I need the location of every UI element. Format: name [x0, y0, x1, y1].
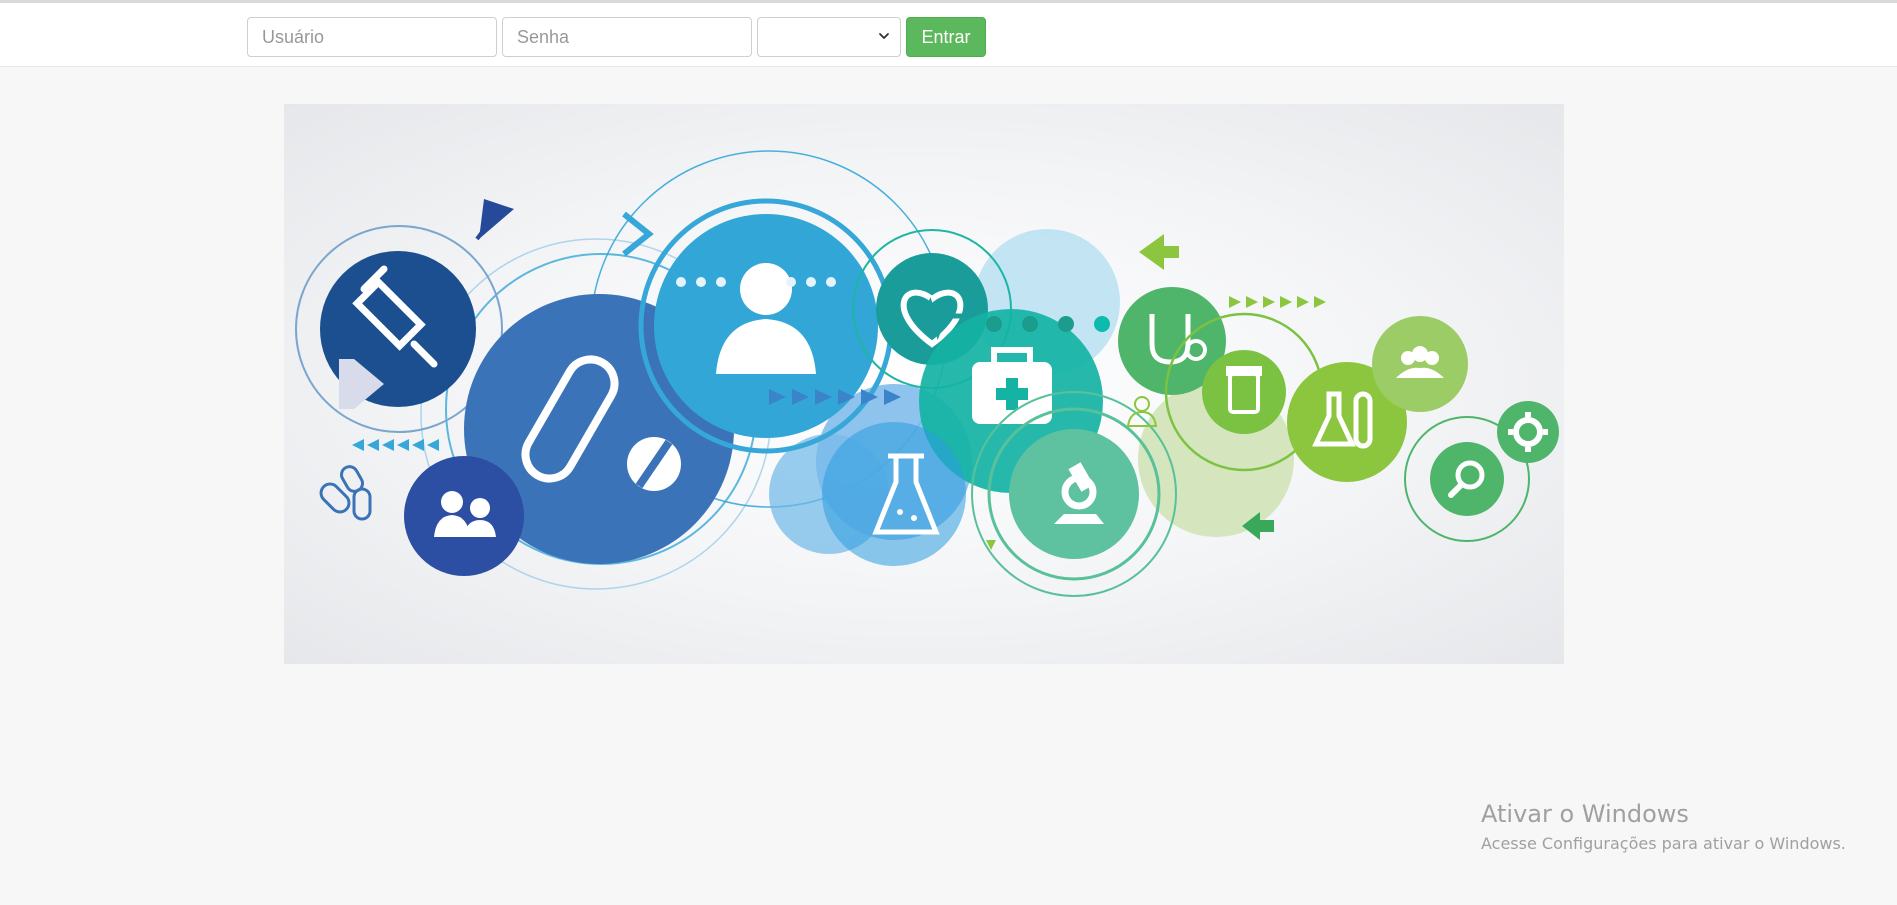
login-navbar: Entrar: [0, 3, 1897, 67]
profile-select[interactable]: [757, 17, 901, 57]
hero-banner: [284, 104, 1564, 664]
capsules-icon: [319, 465, 372, 521]
group-icon: [1372, 316, 1468, 412]
windows-activation-watermark: Ativar o Windows Acesse Configurações pa…: [1481, 800, 1846, 853]
password-input[interactable]: [502, 17, 752, 57]
gear-icon: [1497, 401, 1559, 463]
chevron-down-icon: [879, 33, 889, 39]
watermark-subtitle: Acesse Configurações para ativar o Windo…: [1481, 834, 1846, 853]
enter-button[interactable]: Entrar: [906, 17, 986, 57]
medical-illustration: [295, 150, 1559, 597]
lab-flask-icon: [822, 422, 966, 566]
people-icon: [404, 456, 524, 576]
username-input[interactable]: [247, 17, 497, 57]
watermark-title: Ativar o Windows: [1481, 800, 1689, 828]
user-icon: [638, 198, 894, 454]
